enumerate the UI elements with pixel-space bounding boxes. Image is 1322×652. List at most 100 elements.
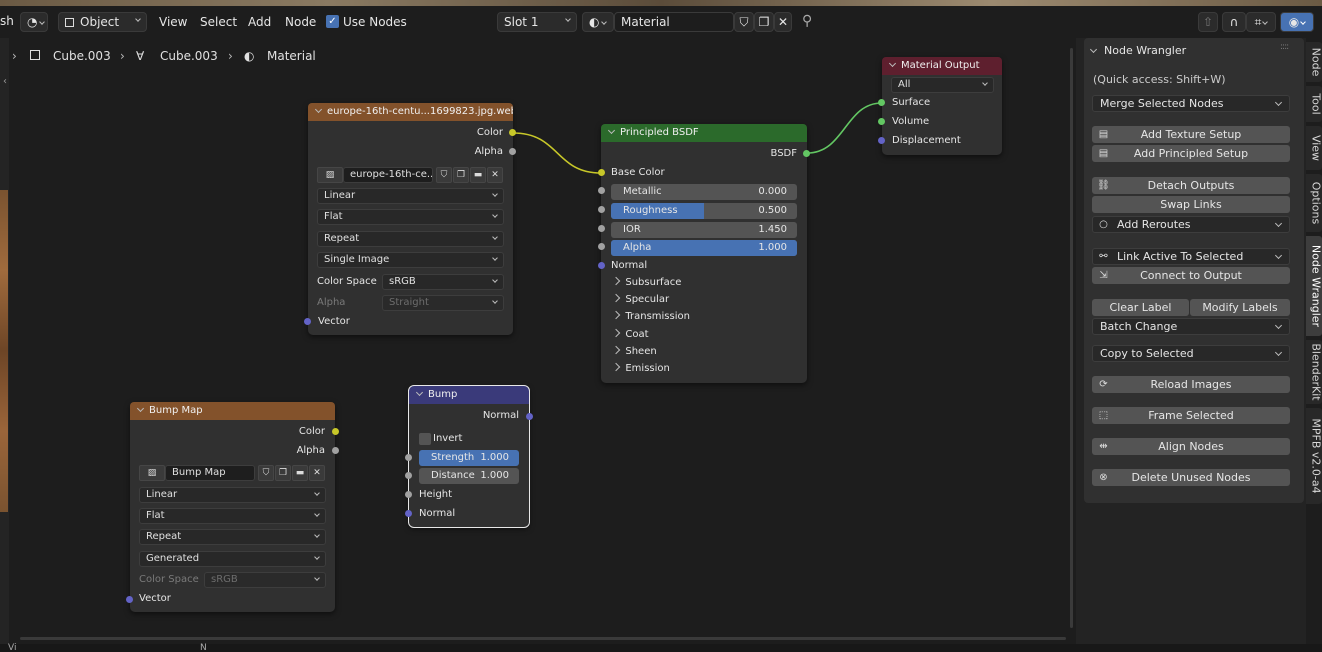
color-space-dropdown[interactable]: sRGB bbox=[204, 572, 326, 588]
socket-alpha-in[interactable] bbox=[598, 243, 605, 250]
horizontal-scrollbar[interactable] bbox=[20, 637, 1066, 640]
image-browse-button[interactable]: ▨ bbox=[317, 167, 343, 183]
socket-color-out[interactable] bbox=[509, 129, 516, 136]
vertical-scrollbar[interactable] bbox=[1070, 48, 1073, 628]
merge-selected-dropdown[interactable]: Merge Selected Nodes bbox=[1092, 95, 1290, 112]
align-nodes-button[interactable]: ⇹ Align Nodes bbox=[1092, 438, 1290, 455]
node-header[interactable]: Material Output bbox=[882, 57, 1002, 75]
close-icon: ✕ bbox=[491, 170, 499, 180]
socket-vector-in[interactable] bbox=[304, 318, 311, 325]
tab-blenderkit[interactable]: BlenderKit bbox=[1306, 340, 1322, 404]
input-surface-label: Surface bbox=[892, 97, 931, 108]
socket-strength-in[interactable] bbox=[405, 454, 412, 461]
connect-to-output-button[interactable]: ⇲ Connect to Output bbox=[1092, 267, 1290, 284]
input-normal-label: Normal bbox=[611, 260, 648, 271]
delete-unused-nodes-button[interactable]: ⊗ Delete Unused Nodes bbox=[1092, 469, 1290, 486]
source-dropdown[interactable]: Single Image bbox=[317, 252, 504, 268]
image-browse-button[interactable]: ▨ bbox=[139, 465, 165, 481]
socket-distance-in[interactable] bbox=[405, 472, 412, 479]
color-space-dropdown[interactable]: sRGB bbox=[382, 274, 504, 290]
image-texture-node[interactable]: europe-16th-centu...1699823.jpg.webp Col… bbox=[308, 103, 513, 335]
projection-dropdown[interactable]: Flat bbox=[317, 209, 504, 225]
fake-user-button[interactable]: ⛉ bbox=[436, 167, 452, 183]
socket-normal-out[interactable] bbox=[526, 413, 533, 420]
tab-node-wrangler[interactable]: Node Wrangler bbox=[1306, 236, 1322, 336]
node-header[interactable]: Bump bbox=[409, 386, 529, 404]
socket-surface-in[interactable] bbox=[878, 99, 885, 106]
duplicate-image-button[interactable]: ❐ bbox=[453, 167, 469, 183]
panel-header[interactable]: Node Wrangler bbox=[1089, 44, 1186, 57]
open-image-button[interactable]: ▬ bbox=[470, 167, 486, 183]
panel-transmission[interactable]: Transmission bbox=[611, 310, 690, 322]
metallic-field[interactable]: Metallic 0.000 bbox=[611, 184, 797, 200]
interpolation-dropdown[interactable]: Linear bbox=[139, 487, 326, 503]
invert-checkbox[interactable] bbox=[419, 433, 431, 445]
node-header[interactable]: Bump Map bbox=[130, 402, 335, 420]
frame-selected-button[interactable]: ⬚ Frame Selected bbox=[1092, 407, 1290, 424]
panel-coat[interactable]: Coat bbox=[611, 328, 649, 340]
modify-labels-button[interactable]: Modify Labels bbox=[1190, 299, 1290, 316]
extension-dropdown[interactable]: Repeat bbox=[317, 231, 504, 247]
image-name-field[interactable]: Bump Map bbox=[165, 465, 255, 481]
roughness-field[interactable]: Roughness 0.500 bbox=[611, 203, 797, 219]
source-dropdown[interactable]: Generated bbox=[139, 551, 326, 567]
alpha-field[interactable]: Alpha 1.000 bbox=[611, 240, 797, 256]
socket-alpha-out[interactable] bbox=[332, 447, 339, 454]
socket-ior-in[interactable] bbox=[598, 225, 605, 232]
socket-metallic-in[interactable] bbox=[598, 187, 605, 194]
interpolation-dropdown[interactable]: Linear bbox=[317, 188, 504, 204]
open-image-button[interactable]: ▬ bbox=[292, 465, 308, 481]
bump-map-image-node[interactable]: Bump Map Color Alpha ▨ Bump Map ⛉ ❐ ▬ ✕ … bbox=[130, 402, 335, 612]
panel-emission[interactable]: Emission bbox=[611, 362, 670, 374]
detach-outputs-button[interactable]: ⛓ Detach Outputs bbox=[1092, 177, 1290, 194]
distance-field[interactable]: Distance 1.000 bbox=[419, 468, 519, 484]
socket-base-color-in[interactable] bbox=[598, 169, 605, 176]
panel-specular[interactable]: Specular bbox=[611, 293, 669, 305]
output-target-dropdown[interactable]: All bbox=[891, 77, 994, 93]
fake-user-button[interactable]: ⛉ bbox=[258, 465, 274, 481]
extension-dropdown[interactable]: Repeat bbox=[139, 529, 326, 545]
panel-sheen[interactable]: Sheen bbox=[611, 345, 657, 357]
socket-roughness-in[interactable] bbox=[598, 206, 605, 213]
strength-field[interactable]: Strength 1.000 bbox=[419, 450, 519, 466]
ior-field[interactable]: IOR 1.450 bbox=[611, 222, 797, 238]
batch-change-dropdown[interactable]: Batch Change bbox=[1092, 318, 1290, 335]
drag-handle-icon[interactable]: :::: bbox=[1280, 42, 1289, 52]
panel-subsurface[interactable]: Subsurface bbox=[611, 276, 681, 288]
duplicate-image-button[interactable]: ❐ bbox=[275, 465, 291, 481]
socket-volume-in[interactable] bbox=[878, 118, 885, 125]
unlink-image-button[interactable]: ✕ bbox=[487, 167, 503, 183]
add-texture-setup-button[interactable]: ▤ Add Texture Setup bbox=[1092, 126, 1290, 143]
socket-vector-in[interactable] bbox=[126, 596, 133, 603]
socket-alpha-out[interactable] bbox=[509, 148, 516, 155]
copy-to-selected-dropdown[interactable]: Copy to Selected bbox=[1092, 345, 1290, 362]
socket-normal-in[interactable] bbox=[598, 262, 605, 269]
link-active-to-selected-dropdown[interactable]: ⚯ Link Active To Selected bbox=[1092, 248, 1290, 265]
add-principled-setup-button[interactable]: ▤ Add Principled Setup bbox=[1092, 145, 1290, 162]
reload-images-button[interactable]: ⟳ Reload Images bbox=[1092, 376, 1290, 393]
principled-bsdf-node[interactable]: Principled BSDF BSDF Base Color Metallic… bbox=[601, 124, 807, 383]
socket-color-out[interactable] bbox=[332, 428, 339, 435]
add-reroutes-dropdown[interactable]: ○ Add Reroutes bbox=[1092, 216, 1290, 233]
socket-bsdf-out[interactable] bbox=[803, 150, 810, 157]
node-title: Material Output bbox=[901, 60, 980, 71]
tab-mpfb[interactable]: MPFB v2.0-a4 bbox=[1306, 408, 1322, 504]
socket-height-in[interactable] bbox=[405, 491, 412, 498]
node-header[interactable]: europe-16th-centu...1699823.jpg.webp bbox=[308, 103, 513, 121]
input-displacement-label: Displacement bbox=[892, 135, 961, 146]
bump-node[interactable]: Bump Normal Invert Strength 1.000 Distanc… bbox=[408, 385, 530, 528]
projection-dropdown[interactable]: Flat bbox=[139, 508, 326, 524]
output-color-label: Color bbox=[476, 127, 503, 138]
clear-label-button[interactable]: Clear Label bbox=[1092, 299, 1189, 316]
alpha-mode-label: Alpha bbox=[317, 297, 346, 308]
image-name-field[interactable]: europe-16th-ce... bbox=[343, 167, 433, 183]
swap-links-button[interactable]: Swap Links bbox=[1092, 196, 1290, 213]
socket-normal-in[interactable] bbox=[405, 510, 412, 517]
output-normal-label: Normal bbox=[482, 410, 519, 421]
socket-displacement-in[interactable] bbox=[878, 137, 885, 144]
tab-options[interactable]: Options bbox=[1306, 174, 1322, 232]
node-header[interactable]: Principled BSDF bbox=[601, 124, 807, 142]
alpha-mode-dropdown[interactable]: Straight bbox=[382, 295, 504, 311]
material-output-node[interactable]: Material Output All Surface Volume Displ… bbox=[882, 57, 1002, 155]
unlink-image-button[interactable]: ✕ bbox=[309, 465, 325, 481]
